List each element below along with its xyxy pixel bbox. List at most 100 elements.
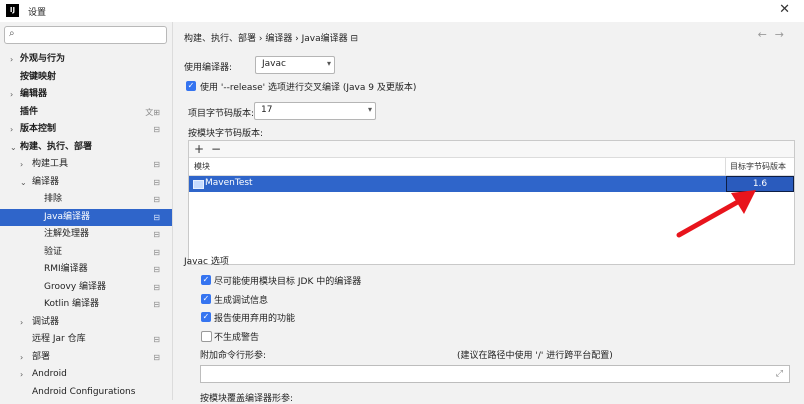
sidebar-item[interactable]: › 部署 ⊟ bbox=[0, 349, 172, 366]
compiler-select[interactable]: Javac ▾ bbox=[255, 56, 335, 74]
compiler-value: Javac bbox=[262, 59, 286, 69]
sidebar-item[interactable]: › 构建工具 ⊟ bbox=[0, 156, 172, 173]
sidebar-item[interactable]: 验证 ⊟ bbox=[0, 244, 172, 261]
chevron-right-icon[interactable]: › bbox=[10, 121, 13, 138]
extra-args-label: 附加命令行形参: bbox=[200, 351, 267, 361]
sidebar-item-label: 部署 bbox=[32, 351, 51, 362]
bytecode-version-value: 17 bbox=[261, 105, 273, 115]
chevron-right-icon[interactable]: › bbox=[20, 314, 23, 331]
sidebar-item-label: 注解处理器 bbox=[44, 229, 90, 239]
sidebar-item-label: 编译器 bbox=[32, 176, 60, 187]
sidebar-item-label: RMI编译器 bbox=[44, 264, 88, 274]
sidebar-item[interactable]: 排除 ⊟ bbox=[0, 191, 172, 208]
sidebar-item-label: 插件 bbox=[20, 106, 39, 117]
sidebar-item-label: 构建工具 bbox=[32, 159, 69, 169]
chevron-right-icon[interactable]: › bbox=[20, 366, 23, 383]
sidebar-item-label: Android Configurations bbox=[32, 386, 136, 397]
module-name: MavenTest bbox=[205, 178, 253, 188]
sidebar-item[interactable]: 远程 Jar 仓库 ⊟ bbox=[0, 331, 172, 348]
sidebar-item-label: 编辑器 bbox=[20, 89, 48, 99]
option-label: 不生成警告 bbox=[214, 333, 260, 343]
override-label: 按模块覆盖编译器形参: bbox=[200, 394, 294, 404]
sidebar-item[interactable]: 插件 文⊞ bbox=[0, 104, 172, 121]
extra-args-input[interactable]: ⤢ bbox=[200, 365, 790, 383]
sidebar-item[interactable]: › 调试器 bbox=[0, 314, 172, 331]
sidebar-item-label: Java编译器 bbox=[44, 211, 91, 222]
sidebar-item[interactable]: ⌄ 编译器 ⊟ bbox=[0, 174, 172, 191]
sidebar-item-label: 排除 bbox=[44, 194, 63, 204]
table-header: 模块 目标字节码版本 bbox=[189, 158, 794, 176]
project-scope-icon: ⊟ bbox=[153, 212, 160, 222]
sidebar-item[interactable]: RMI编译器 ⊟ bbox=[0, 261, 172, 278]
settings-content: 构建、执行、部署 › 编译器 › Java编译器 ⊟ ←→ 使用编译器: Jav… bbox=[173, 22, 804, 404]
back-arrow-icon[interactable]: ← bbox=[758, 28, 775, 41]
sidebar-item-label: 验证 bbox=[44, 246, 63, 257]
sidebar-item-label: Android bbox=[32, 369, 67, 379]
project-scope-icon: ⊟ bbox=[153, 195, 160, 204]
sidebar-item-label: 按键映射 bbox=[20, 71, 57, 82]
sidebar-item[interactable]: 注解处理器 ⊟ bbox=[0, 226, 172, 243]
release-option-checkbox[interactable]: ✓ bbox=[186, 81, 196, 91]
bytecode-version-select[interactable]: 17 ▾ bbox=[254, 102, 376, 120]
sidebar-item[interactable]: Kotlin 编译器 ⊟ bbox=[0, 296, 172, 313]
sidebar-item[interactable]: › 外观与行为 bbox=[0, 51, 172, 68]
add-icon[interactable]: + bbox=[194, 141, 204, 157]
option-checkbox[interactable]: ✓ bbox=[201, 275, 211, 285]
sidebar-item[interactable]: › 版本控制 ⊟ bbox=[0, 121, 172, 138]
sidebar-item[interactable]: › 编辑器 bbox=[0, 86, 172, 103]
chevron-down-icon[interactable]: ⌄ bbox=[10, 139, 17, 156]
option-label: 尽可能使用模块目标 JDK 中的编译器 bbox=[214, 277, 362, 287]
chevron-right-icon[interactable]: › bbox=[10, 51, 13, 68]
sidebar-item[interactable]: Android Configurations bbox=[0, 384, 172, 401]
sidebar-item-label: Kotlin 编译器 bbox=[44, 299, 100, 309]
intellij-logo-icon: IJ bbox=[6, 4, 19, 17]
window-title: 设置 bbox=[28, 8, 47, 18]
search-box[interactable]: ⌕ bbox=[4, 26, 167, 44]
option-label: 报告使用弃用的功能 bbox=[214, 314, 296, 324]
title-bar: IJ 设置 ✕ bbox=[0, 0, 804, 22]
sidebar-item[interactable]: Groovy 编译器 ⊟ bbox=[0, 279, 172, 296]
sidebar-item[interactable]: ⌄ 构建、执行、部署 bbox=[0, 139, 172, 156]
project-scope-icon: ⊟ bbox=[153, 247, 160, 257]
forward-arrow-icon[interactable]: → bbox=[775, 28, 792, 41]
chevron-right-icon[interactable]: › bbox=[20, 156, 23, 173]
remove-icon[interactable]: − bbox=[211, 141, 221, 157]
project-scope-icon: ⊟ bbox=[153, 335, 160, 344]
option-checkbox[interactable]: ✓ bbox=[201, 312, 211, 322]
sidebar-item-label: 调试器 bbox=[32, 316, 60, 327]
sidebar-item-label: 版本控制 bbox=[20, 124, 57, 134]
column-divider bbox=[725, 158, 726, 175]
settings-sidebar: ⌕ › 外观与行为 按键映射 › 编辑器 插件 文⊞ › 版本控制 ⊟ ⌄ 构建、执行、部署 › 构建工具… bbox=[0, 22, 173, 400]
sidebar-item-label: 构建、执行、部署 bbox=[20, 141, 93, 152]
column-header-target[interactable]: 目标字节码版本 bbox=[730, 161, 786, 172]
chevron-down-icon[interactable]: ⌄ bbox=[20, 174, 27, 191]
column-header-module[interactable]: 模块 bbox=[194, 161, 210, 172]
project-scope-icon: ⊟ bbox=[153, 300, 160, 309]
annotation-arrow-icon bbox=[676, 190, 756, 238]
module-folder-icon bbox=[193, 180, 204, 189]
close-icon[interactable]: ✕ bbox=[779, 2, 790, 17]
expand-icon[interactable]: ⤢ bbox=[776, 369, 783, 379]
project-scope-icon: 文⊞ bbox=[145, 107, 160, 117]
bytecode-version-label: 项目字节码版本: bbox=[188, 109, 255, 119]
project-scope-icon: ⊟ bbox=[153, 265, 160, 274]
option-label: 生成调试信息 bbox=[214, 296, 269, 306]
sidebar-item[interactable]: › Android bbox=[0, 366, 172, 383]
chevron-right-icon[interactable]: › bbox=[20, 349, 23, 366]
project-scope-icon: ⊟ bbox=[153, 160, 160, 169]
sidebar-item[interactable]: 按键映射 bbox=[0, 69, 172, 86]
chevron-down-icon: ▾ bbox=[326, 59, 331, 68]
history-nav: ←→ bbox=[758, 28, 792, 41]
sidebar-item-label: 远程 Jar 仓库 bbox=[32, 334, 86, 344]
sidebar-item-label: 外观与行为 bbox=[20, 54, 66, 64]
sidebar-item[interactable]: Java编译器 ⊟ bbox=[0, 208, 172, 226]
search-input[interactable] bbox=[23, 28, 163, 42]
project-scope-icon: ⊟ bbox=[153, 177, 160, 187]
release-option-label: 使用 '--release' 选项进行交叉编译 (Java 9 及更版本) bbox=[200, 83, 417, 93]
option-checkbox[interactable] bbox=[201, 331, 212, 342]
option-checkbox[interactable]: ✓ bbox=[201, 294, 211, 304]
per-module-label: 按模块字节码版本: bbox=[188, 129, 264, 139]
chevron-right-icon[interactable]: › bbox=[10, 86, 13, 103]
chevron-down-icon: ▾ bbox=[367, 105, 372, 114]
table-toolbar: + − bbox=[189, 141, 794, 158]
